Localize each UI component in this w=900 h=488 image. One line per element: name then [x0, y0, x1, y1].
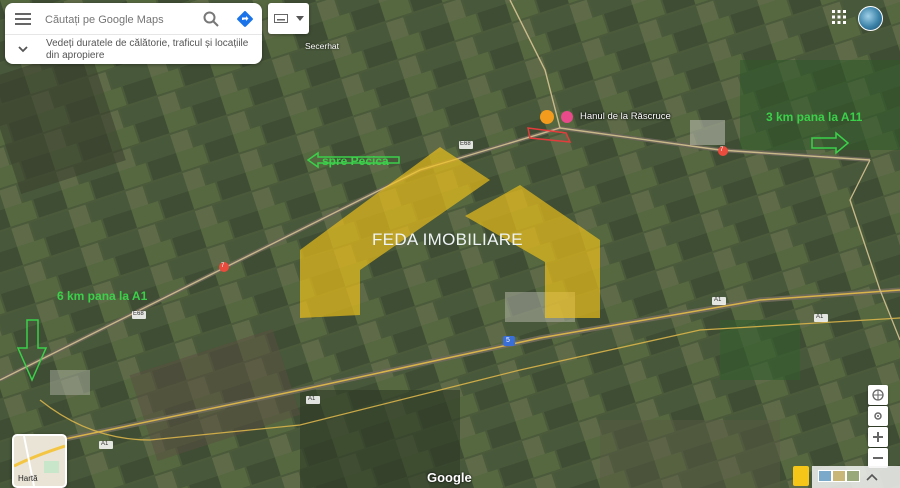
road-label-5: 5	[506, 337, 510, 344]
map-type-toggle[interactable]: Hartă	[12, 434, 67, 488]
apps-grid-icon[interactable]	[832, 10, 846, 24]
imagery-thumbnail[interactable]	[832, 470, 846, 482]
suggestion-text: Vedeți duratele de călătorie, traficul ș…	[46, 38, 249, 61]
road-label-e68: E68	[133, 311, 144, 317]
watermark-text: FEDA IMOBILIARE	[372, 230, 523, 249]
place-pin-icon[interactable]	[561, 111, 573, 123]
input-tools-button[interactable]	[268, 3, 309, 34]
road-label-a1: A1	[816, 314, 824, 320]
imagery-thumbnail[interactable]	[818, 470, 832, 482]
village-label: Secerhat	[305, 41, 340, 51]
google-logo: Google	[427, 470, 472, 485]
menu-icon[interactable]	[15, 13, 31, 25]
search-input[interactable]	[43, 8, 197, 32]
annotation-to-a1: 6 km pana la A1	[57, 289, 148, 303]
zoom-in-icon[interactable]	[868, 427, 888, 447]
suggestion-row[interactable]: Vedeți duratele de călătorie, traficul ș…	[5, 36, 262, 64]
avatar[interactable]	[858, 6, 883, 31]
road-label-7: 7	[221, 263, 225, 269]
location-icon[interactable]	[868, 406, 888, 426]
road-label-e68: E68	[460, 141, 471, 147]
chevron-down-icon[interactable]	[296, 16, 304, 21]
annotation-spre-pecica: spre Pecica	[322, 154, 389, 168]
pegman-icon[interactable]	[793, 466, 809, 486]
road-label-a1: A1	[714, 297, 722, 303]
search-icon[interactable]	[202, 10, 220, 28]
map-type-label: Hartă	[18, 474, 38, 483]
chevron-down-icon[interactable]	[17, 44, 29, 54]
compass-icon[interactable]	[868, 385, 888, 405]
road-label-7: 7	[720, 147, 724, 153]
chevron-up-icon[interactable]	[866, 472, 878, 482]
directions-icon[interactable]	[236, 10, 254, 28]
keyboard-icon	[274, 14, 288, 23]
road-label-a1: A1	[101, 441, 109, 447]
zoom-out-icon[interactable]	[868, 448, 888, 468]
annotation-to-a11: 3 km pana la A11	[766, 110, 863, 124]
place-label[interactable]: Hanul de la Răscruce	[580, 111, 671, 122]
road-label-a1: A1	[308, 396, 316, 402]
imagery-thumbnail[interactable]	[846, 470, 860, 482]
search-panel: Vedeți duratele de călătorie, traficul ș…	[5, 3, 262, 64]
restaurant-pin-icon[interactable]	[540, 110, 554, 124]
search-bar	[5, 3, 262, 35]
